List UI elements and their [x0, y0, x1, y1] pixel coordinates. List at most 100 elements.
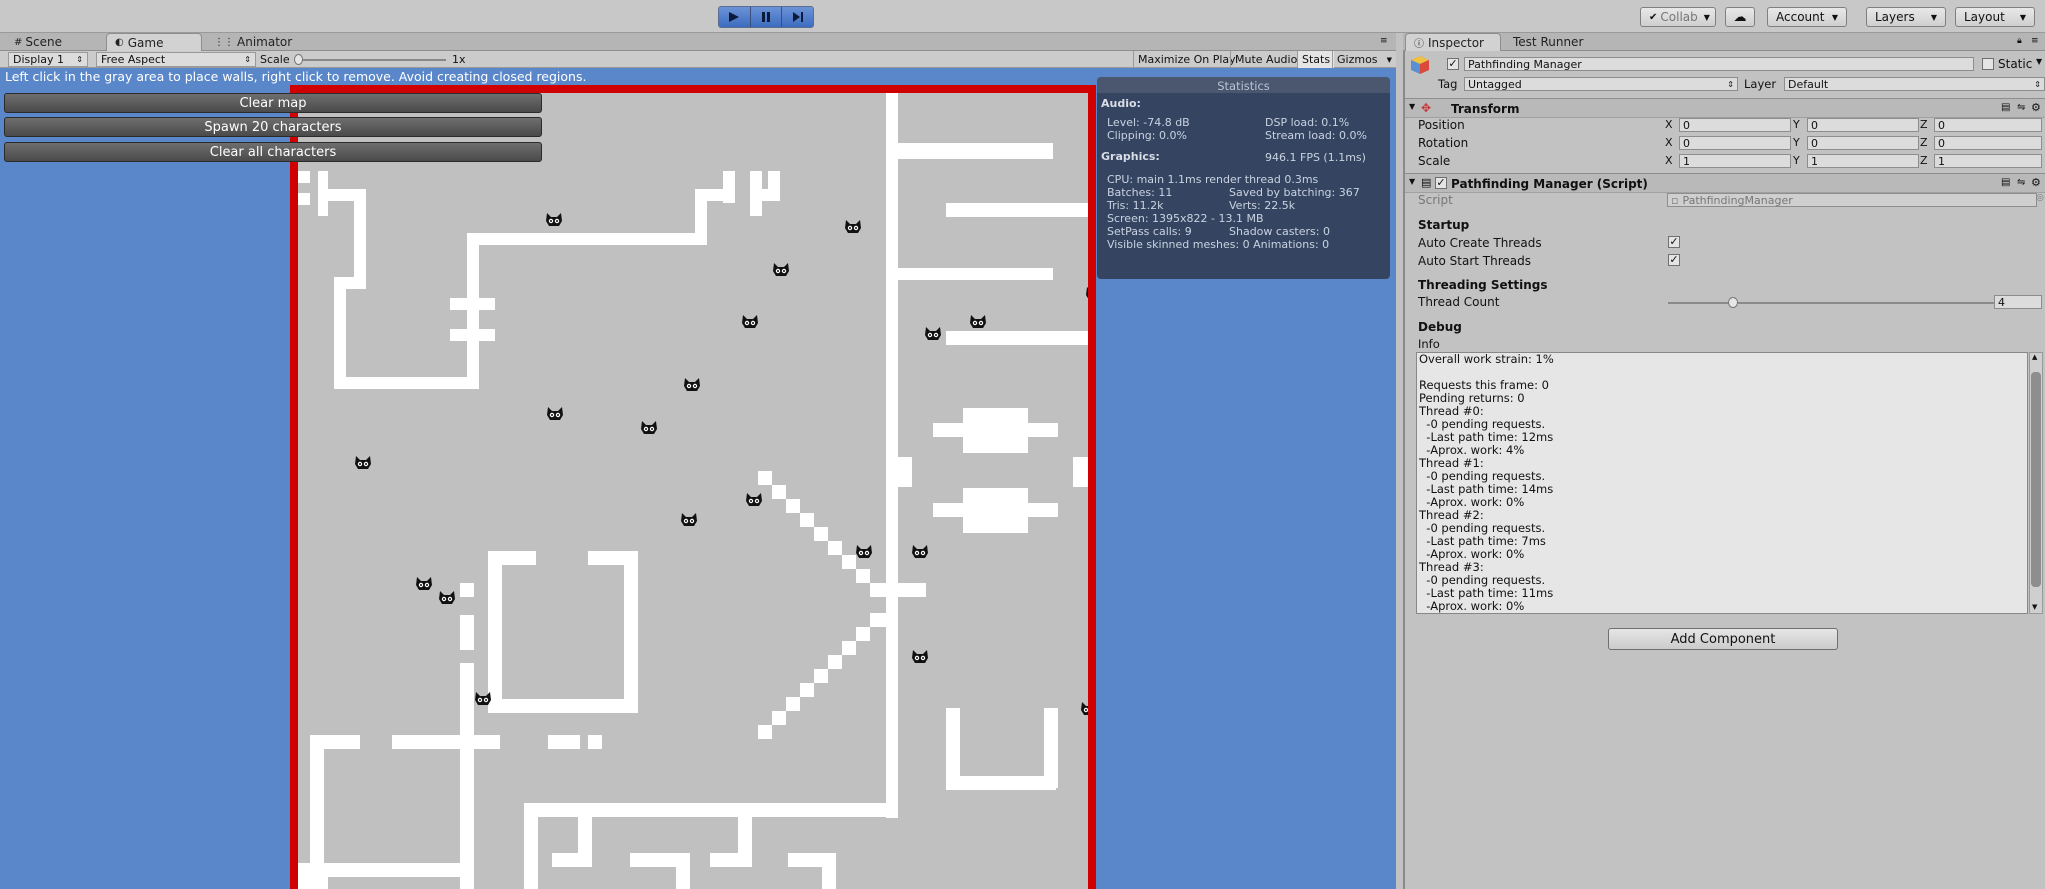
step-button[interactable]	[782, 7, 813, 27]
rotation-z-field[interactable]: 0	[1934, 136, 2042, 150]
tab-inspector[interactable]: ⓘ Inspector	[1405, 33, 1501, 51]
statistics-panel: Statistics Audio: Level: -74.8 dB Clippi…	[1097, 77, 1390, 279]
updown-icon: ⇕	[244, 55, 251, 64]
startup-header: Startup	[1418, 218, 1470, 232]
tris: Tris: 11.2k	[1107, 199, 1164, 212]
preset-icon[interactable]: ⇋	[2017, 102, 2025, 113]
stats-toggle[interactable]: Stats	[1297, 51, 1335, 68]
layer-select[interactable]: Default ⇕	[1784, 77, 2045, 91]
layout-dropdown[interactable]: Layout ▼	[1955, 7, 2035, 27]
object-name-field[interactable]: Pathfinding Manager	[1464, 57, 1974, 71]
script-component-header[interactable]: ▼ ▤ ✓ Pathfinding Manager (Script) ▤ ⇋ ⚙	[1405, 173, 2045, 193]
scale-y-field[interactable]: 1	[1807, 154, 1919, 168]
active-checkbox[interactable]: ✓	[1447, 58, 1459, 70]
pause-button[interactable]	[750, 7, 783, 27]
position-x-field[interactable]: 0	[1679, 118, 1791, 132]
gear-icon[interactable]: ⚙	[2031, 176, 2041, 189]
axis-x-label: X	[1665, 136, 1673, 149]
chevron-down-icon: ▼	[1703, 12, 1710, 22]
position-label: Position	[1418, 118, 1465, 132]
target-icon[interactable]: ◎	[2036, 193, 2044, 203]
character-agent	[416, 577, 432, 590]
scale-label: Scale	[260, 53, 290, 66]
tab-test-runner[interactable]: Test Runner	[1505, 33, 1591, 51]
play-button[interactable]	[719, 7, 751, 27]
help-book-icon[interactable]: ▤	[2001, 102, 2010, 113]
script-enabled-checkbox[interactable]: ✓	[1435, 177, 1447, 189]
shadow-casters: Shadow casters: 0	[1229, 225, 1330, 238]
gizmos-dropdown[interactable]: Gizmos ▼	[1332, 51, 1396, 68]
debug-info-textarea[interactable]: Overall work strain: 1%​Requests this fr…	[1416, 352, 2028, 614]
clear-characters-button[interactable]: Clear all characters	[4, 142, 542, 162]
thread-count-slider-thumb[interactable]	[1728, 297, 1738, 308]
audio-level: Level: -74.8 dB	[1107, 116, 1190, 129]
panel-menu-icon[interactable]: ≡	[1380, 36, 1388, 46]
static-label: Static	[1998, 57, 2033, 71]
aspect-select[interactable]: Free Aspect ⇕	[96, 52, 256, 67]
step-icon	[792, 12, 803, 22]
debug-scrollbar-thumb[interactable]	[2031, 372, 2041, 587]
static-checkbox[interactable]	[1982, 58, 1994, 70]
foldout-icon[interactable]: ▼	[1409, 177, 1415, 186]
axis-y-label: Y	[1793, 118, 1800, 131]
foldout-icon[interactable]: ▼	[1409, 102, 1415, 111]
character-agent	[912, 545, 928, 558]
character-agent	[912, 650, 928, 663]
display-select[interactable]: Display 1 ⇕	[8, 52, 88, 67]
thread-count-slider[interactable]	[1668, 302, 2024, 304]
preset-icon[interactable]: ⇋	[2017, 177, 2025, 188]
rotation-y-field[interactable]: 0	[1807, 136, 1919, 150]
tab-scene[interactable]: # Scene	[6, 33, 70, 51]
grid-icon: #	[14, 36, 23, 48]
gear-icon[interactable]: ⚙	[2031, 101, 2041, 114]
tag-label: Tag	[1438, 77, 1458, 91]
info-label: Info	[1418, 337, 1440, 351]
graphics-header: Graphics:	[1101, 150, 1160, 163]
pacman-icon: ◐	[115, 37, 124, 48]
scale-x-field[interactable]: 1	[1679, 154, 1791, 168]
scroll-down-icon[interactable]: ▼	[2032, 603, 2037, 611]
debug-info-line: -Aprox. work: 0%	[1419, 599, 1525, 613]
position-z-field[interactable]: 0	[1934, 118, 2042, 132]
layers-dropdown[interactable]: Layers ▼	[1866, 7, 1946, 27]
maximize-on-play-toggle[interactable]: Maximize On Play	[1133, 51, 1240, 68]
chevron-down-icon[interactable]: ▼	[2036, 57, 2042, 66]
scale-slider-thumb[interactable]	[294, 54, 303, 65]
character-agent	[547, 407, 563, 420]
auto-create-checkbox[interactable]: ✓	[1668, 236, 1680, 248]
panel-menu-icon[interactable]: ≡	[2031, 36, 2039, 46]
spawn-characters-button[interactable]: Spawn 20 characters	[4, 117, 542, 137]
tab-animator[interactable]: ⋮⋮ Animator	[206, 33, 300, 51]
screen-size: Screen: 1395x822 - 13.1 MB	[1107, 212, 1264, 225]
account-dropdown[interactable]: Account ▼	[1767, 7, 1847, 27]
character-agent	[1086, 287, 1088, 299]
mute-audio-toggle[interactable]: Mute Audio	[1230, 51, 1301, 68]
tag-select[interactable]: Untagged ⇕	[1464, 77, 1738, 91]
scale-z-field[interactable]: 1	[1934, 154, 2042, 168]
lock-icon[interactable]: 🔒︎	[2017, 36, 2022, 46]
pathfinding-grid[interactable]	[290, 85, 1096, 889]
rotation-x-field[interactable]: 0	[1679, 136, 1791, 150]
add-component-button[interactable]: Add Component	[1608, 628, 1838, 650]
cloud-button[interactable]: ☁	[1725, 7, 1755, 27]
collab-dropdown[interactable]: ✔ Collab ▼	[1640, 7, 1716, 27]
fps-value: 946.1 FPS (1.1ms)	[1265, 151, 1366, 164]
tab-game[interactable]: ◐ Game	[106, 33, 202, 51]
auto-start-checkbox[interactable]: ✓	[1668, 254, 1680, 266]
account-label: Account	[1776, 10, 1825, 24]
clear-map-button[interactable]: Clear map	[4, 93, 542, 113]
playback-controls	[718, 6, 814, 28]
position-y-field[interactable]: 0	[1807, 118, 1919, 132]
thread-count-field[interactable]: 4	[1994, 295, 2042, 309]
scroll-up-icon[interactable]: ▲	[2032, 353, 2037, 361]
character-agent	[475, 692, 491, 705]
layer-value: Default	[1788, 77, 1829, 91]
help-book-icon[interactable]: ▤	[2001, 177, 2010, 188]
scale-slider[interactable]	[296, 59, 446, 61]
threading-header: Threading Settings	[1418, 278, 1548, 292]
debug-info-line: Overall work strain: 1%	[1419, 352, 1554, 366]
audio-clipping: Clipping: 0.0%	[1107, 129, 1187, 142]
script-field[interactable]: ▫ PathfindingManager	[1667, 193, 2037, 207]
transform-header[interactable]: ▼ ✥ Transform ▤ ⇋ ⚙	[1405, 98, 2045, 118]
debug-info-line: -Aprox. work: 0%	[1419, 547, 1525, 561]
